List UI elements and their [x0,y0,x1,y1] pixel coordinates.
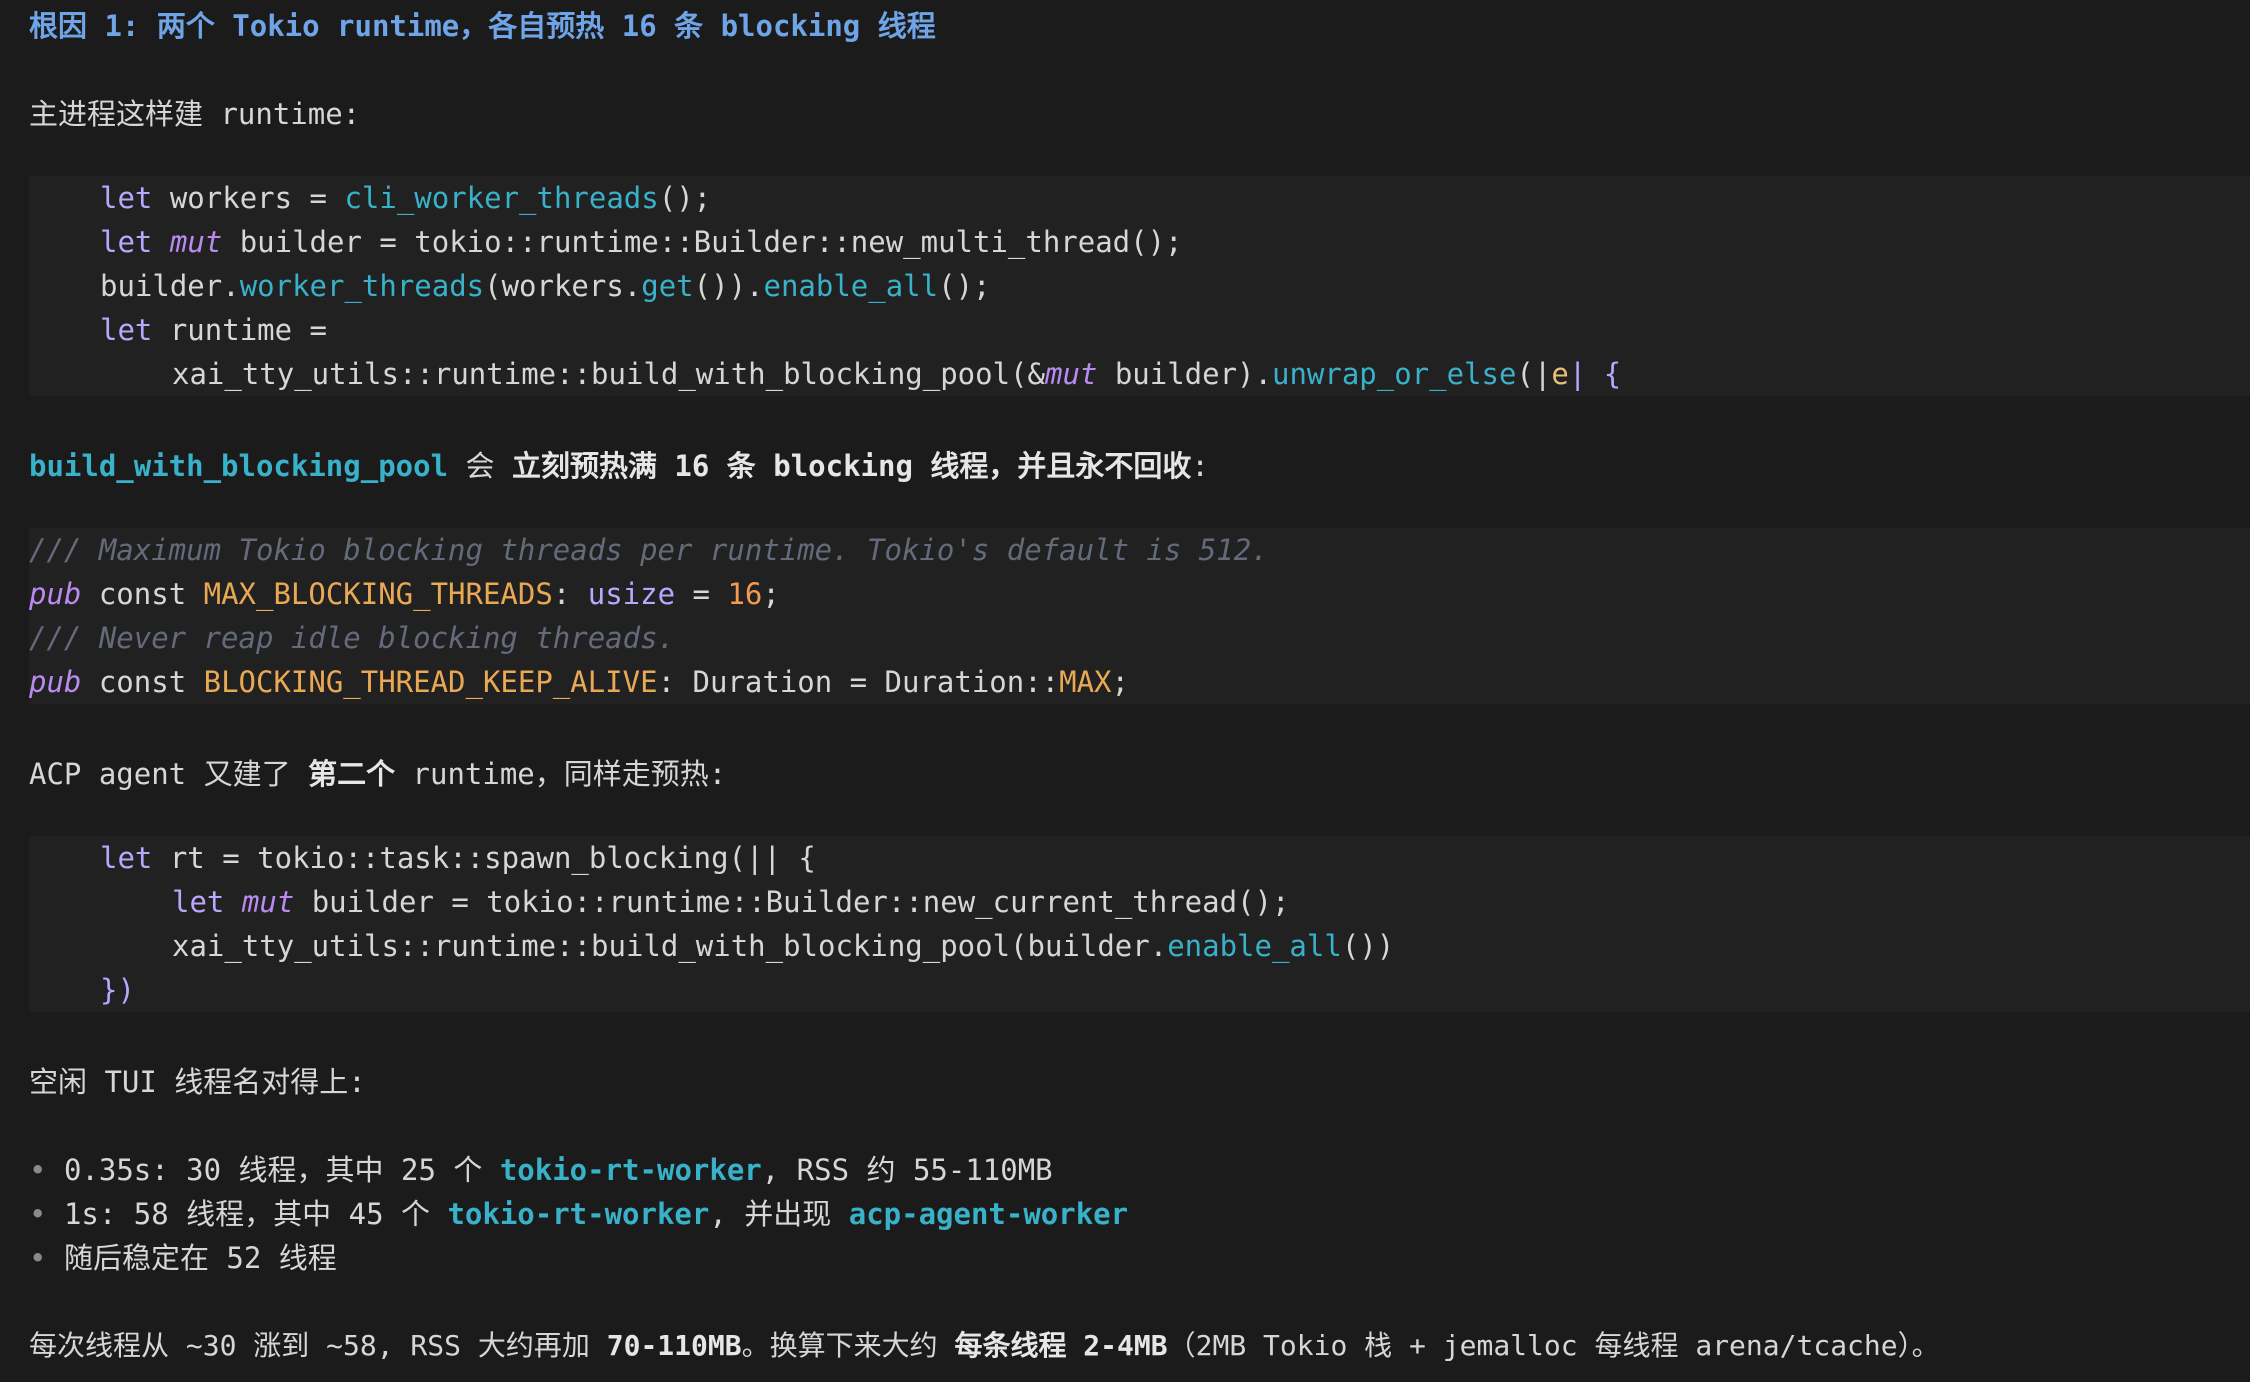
code-line: pub const BLOCKING_THREAD_KEEP_ALIVE: Du… [29,660,1129,704]
code-text: (); [938,269,991,303]
function-name: enable_all [1167,929,1342,963]
section-heading: 根因 1: 两个 Tokio runtime，各自预热 16 条 blockin… [29,9,936,43]
code-text: builder = tokio::runtime::Builder::new_m… [222,225,1183,259]
code-line: let mut builder = tokio::runtime::Builde… [172,880,1289,924]
type-name: usize [587,577,676,611]
paragraph-text: 每次线程从 ~30 涨到 ~58, RSS 大约再加 [29,1329,607,1362]
code-text: ; [762,577,780,611]
paragraph-text: : [1191,449,1209,483]
function-name: cli_worker_threads [344,181,659,215]
code-line: pub const MAX_BLOCKING_THREADS: usize = … [29,572,780,616]
bullet-icon: • [29,1241,47,1275]
bullet-icon: • [29,1153,47,1187]
bold-text: 每条线程 2-4MB [954,1329,1168,1362]
keyword-mut: mut [241,885,295,919]
keyword-mut: mut [169,225,223,259]
code-text: : [552,577,588,611]
keyword-pub: pub [29,665,82,699]
code-line: let rt = tokio::task::spawn_blocking(|| … [100,836,816,880]
inline-code-function: build_with_blocking_pool [29,449,449,483]
function-name: get [641,269,694,303]
list-item-text: , 并出现 [709,1197,849,1231]
bold-text: 立刻预热满 16 条 blocking 线程，并且永不回收 [511,449,1192,483]
function-name: unwrap_or_else [1271,357,1517,391]
paragraph-rss-summary: 每次线程从 ~30 涨到 ~58, RSS 大约再加 70-110MB。换算下来… [29,1324,1940,1368]
code-text: builder). [1097,357,1272,391]
code-line: let workers = cli_worker_threads(); [100,176,711,220]
function-name: worker_threads [239,269,485,303]
code-text: (); [658,181,712,215]
paragraph-acp-agent: ACP agent 又建了 第二个 runtime，同样走预热: [29,752,726,796]
code-text: runtime = [152,313,327,347]
bold-text: 第二个 [308,757,396,791]
number-literal: 16 [727,577,763,611]
code-comment: /// Never reap idle blocking threads. [29,621,676,655]
keyword-const: const [81,665,204,699]
code-line: builder.worker_threads(workers.get()).en… [100,264,991,308]
code-text: workers = [152,181,345,215]
code-text: rt = tokio::task::spawn_blocking(|| { [152,841,816,875]
code-block-runtime-builder: let workers = cli_worker_threads(); let … [29,176,2250,396]
code-comment: /// Maximum Tokio blocking threads per r… [29,533,1269,567]
inline-code: tokio-rt-worker [499,1153,762,1187]
code-text: ; [1111,665,1129,699]
code-block-acp-runtime: let rt = tokio::task::spawn_blocking(|| … [29,836,2250,1012]
paragraph-text: runtime，同样走预热: [395,757,727,791]
code-text: xai_tty_utils::runtime::build_with_block… [172,929,1168,963]
keyword: let [100,181,153,215]
keyword: let [172,885,225,919]
function-name: enable_all [763,269,939,303]
paragraph-text: ACP agent 又建了 [29,757,309,791]
keyword: let [100,225,153,259]
keyword: let [100,313,153,347]
code-block-constants: /// Maximum Tokio blocking threads per r… [29,528,2250,704]
intro-paragraph: 主进程这样建 runtime: [29,97,361,131]
code-text: ()). [693,269,764,303]
code-text: builder = tokio::runtime::Builder::new_c… [294,885,1290,919]
paragraph-thread-names: 空闲 TUI 线程名对得上: [29,1065,366,1099]
paragraph-text: 。换算下来大约 [741,1329,955,1362]
keyword-mut: mut [1044,357,1098,391]
code-line: xai_tty_utils::runtime::build_with_block… [172,352,1621,396]
constant-name: MAX [1059,665,1112,699]
paragraph-text: （2MB Tokio 栈 + jemalloc 每线程 arena/tcache… [1167,1329,1940,1362]
list-item-text: 1s: 58 线程，其中 45 个 [63,1197,448,1231]
code-text: (workers. [484,269,642,303]
code-text: (| [1516,357,1552,391]
paragraph-text: 会 [448,449,512,483]
list-item-text: 随后稳定在 52 线程 [63,1241,337,1275]
code-line: let runtime = [100,308,327,352]
inline-code: acp-agent-worker [848,1197,1129,1231]
closure-param: e [1551,357,1569,391]
code-text: xai_tty_utils::runtime::build_with_block… [172,357,1045,391]
constant-name: BLOCKING_THREAD_KEEP_ALIVE [203,665,658,699]
list-item: • 随后稳定在 52 线程 [29,1236,337,1280]
bullet-icon: • [29,1197,47,1231]
list-item: • 0.35s: 30 线程，其中 25 个 tokio-rt-worker, … [29,1148,1053,1192]
code-text: ()) [1341,929,1395,963]
list-item-text: , RSS 约 55-110MB [761,1153,1053,1187]
keyword-const: const [81,577,204,611]
code-line: xai_tty_utils::runtime::build_with_block… [172,924,1394,968]
code-line: let mut builder = tokio::runtime::Builde… [100,220,1183,264]
code-text: | { [1568,357,1622,391]
paragraph-blocking-pool: build_with_blocking_pool 会 立刻预热满 16 条 bl… [29,444,1209,488]
code-text: = [675,577,728,611]
keyword: let [100,841,153,875]
bold-text: 70-110MB [606,1329,742,1362]
code-text: builder. [100,269,240,303]
inline-code: tokio-rt-worker [447,1197,710,1231]
keyword-pub: pub [29,577,82,611]
constant-name: MAX_BLOCKING_THREADS [203,577,553,611]
list-item: • 1s: 58 线程，其中 45 个 tokio-rt-worker, 并出现… [29,1192,1128,1236]
code-text: : Duration = Duration:: [657,665,1060,699]
code-line: }) [100,973,135,1007]
list-item-text: 0.35s: 30 线程，其中 25 个 [63,1153,500,1187]
